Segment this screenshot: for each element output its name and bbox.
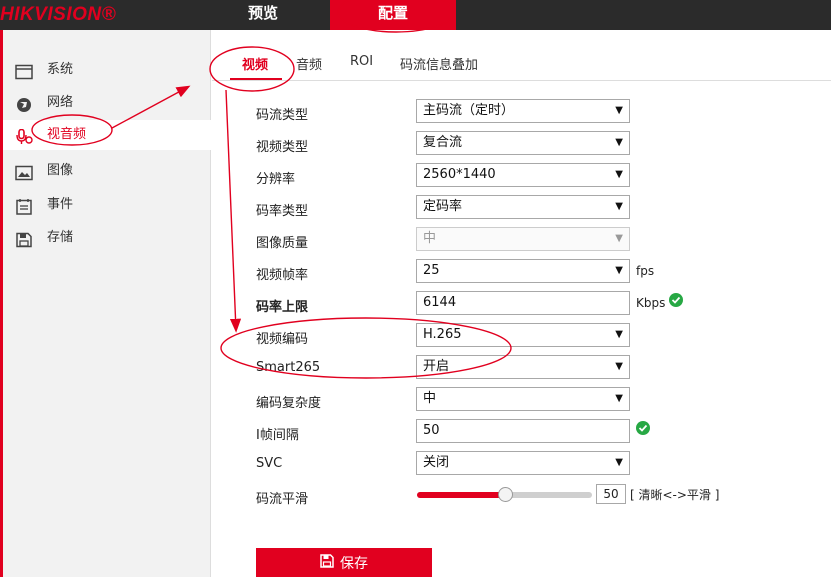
sidebar-item-label: 图像	[47, 163, 74, 178]
video-type-value: 复合流	[423, 135, 463, 150]
bitrate-type-label: 码率类型	[256, 204, 309, 219]
dropdown-arrow-icon: ▼	[615, 393, 623, 404]
sidebar-item-network[interactable]: 网络	[3, 88, 211, 118]
sidebar-item-image[interactable]: 图像	[3, 156, 211, 186]
save-button-label: 保存	[340, 556, 368, 572]
sidebar: 系统 网络 视音频 图像 事件 存储	[3, 30, 211, 577]
event-icon	[15, 197, 33, 215]
save-button[interactable]: 保存	[256, 548, 432, 577]
image-icon	[15, 163, 33, 181]
encoding-complexity-label: 编码复杂度	[256, 396, 322, 411]
dropdown-arrow-icon: ▼	[615, 265, 623, 276]
svc-label: SVC	[256, 456, 283, 471]
stream-type-value: 主码流（定时）	[423, 103, 515, 118]
tab-audio[interactable]: 音频	[296, 54, 322, 73]
storage-icon	[15, 230, 33, 248]
stream-smoothing-label: 码流平滑	[256, 492, 309, 507]
tab-stream-overlay[interactable]: 码流信息叠加	[400, 54, 478, 73]
slider-handle[interactable]	[497, 487, 513, 502]
frame-rate-label: 视频帧率	[256, 268, 309, 283]
sidebar-item-label: 视音频	[47, 127, 87, 142]
i-frame-interval-input[interactable]: 50	[416, 419, 630, 443]
smart265-select[interactable]: 开启 ▼	[416, 355, 630, 379]
stream-smoothing-hint: [ 清晰<->平滑 ]	[630, 488, 720, 502]
bitrate-type-value: 定码率	[423, 199, 463, 214]
encoding-complexity-value: 中	[423, 391, 437, 406]
i-frame-interval-label: I帧间隔	[256, 428, 299, 443]
dropdown-arrow-icon: ▼	[615, 137, 623, 148]
resolution-select[interactable]: 2560*1440 ▼	[416, 163, 630, 187]
dropdown-arrow-icon: ▼	[615, 201, 623, 212]
stream-type-label: 码流类型	[256, 108, 309, 123]
max-bitrate-value: 6144	[423, 295, 457, 310]
dropdown-arrow-icon: ▼	[615, 169, 623, 180]
bitrate-type-select[interactable]: 定码率 ▼	[416, 195, 630, 219]
smart265-label: Smart265	[256, 360, 321, 375]
image-quality-select: 中 ▼	[416, 227, 630, 251]
dropdown-arrow-icon: ▼	[615, 457, 623, 468]
tab-preview[interactable]: 预览	[200, 0, 326, 30]
sidebar-item-audio-video[interactable]: 视音频	[3, 120, 211, 150]
frame-rate-select[interactable]: 25 ▼	[416, 259, 630, 283]
tab-roi[interactable]: ROI	[350, 54, 373, 69]
svc-value: 关闭	[423, 455, 450, 470]
main-content: 视频 音频 ROI 码流信息叠加 码流类型 主码流（定时） ▼ 视频类型 复合流 ▼…	[212, 30, 831, 577]
video-encoding-label: 视频编码	[256, 332, 309, 347]
sidebar-item-storage[interactable]: 存储	[3, 223, 211, 253]
sidebar-item-label: 事件	[47, 197, 74, 212]
sidebar-item-label: 网络	[47, 95, 74, 110]
dropdown-arrow-icon: ▼	[615, 233, 623, 244]
sidebar-item-label: 存储	[47, 230, 74, 245]
stream-smoothing-value[interactable]: 50	[596, 484, 626, 504]
resolution-label: 分辨率	[256, 172, 296, 187]
save-icon	[320, 548, 334, 577]
image-quality-label: 图像质量	[256, 236, 309, 251]
slider-fill	[417, 492, 505, 498]
svc-select[interactable]: 关闭 ▼	[416, 451, 630, 475]
stream-type-select[interactable]: 主码流（定时） ▼	[416, 99, 630, 123]
network-icon	[15, 95, 33, 112]
sidebar-item-system[interactable]: 系统	[3, 55, 211, 85]
max-bitrate-label: 码率上限	[256, 300, 309, 315]
max-bitrate-input[interactable]: 6144	[416, 291, 630, 315]
subtab-divider	[212, 80, 831, 81]
system-icon	[15, 62, 33, 80]
frame-rate-unit: fps	[636, 264, 655, 278]
video-type-label: 视频类型	[256, 140, 309, 155]
tab-video[interactable]: 视频	[242, 54, 268, 73]
sidebar-item-event[interactable]: 事件	[3, 190, 211, 220]
hikvision-logo: HIKVISION®	[0, 4, 117, 25]
check-icon	[636, 421, 650, 435]
smart265-value: 开启	[423, 359, 450, 374]
subtab-bar: 视频 音频 ROI 码流信息叠加	[212, 46, 831, 81]
video-encoding-select[interactable]: H.265 ▼	[416, 323, 630, 347]
check-icon	[669, 293, 683, 307]
dropdown-arrow-icon: ▼	[615, 105, 623, 116]
i-frame-interval-value: 50	[423, 423, 440, 438]
frame-rate-value: 25	[423, 263, 440, 278]
video-type-select[interactable]: 复合流 ▼	[416, 131, 630, 155]
top-bar: HIKVISION® 预览 配置	[0, 0, 831, 30]
dropdown-arrow-icon: ▼	[615, 361, 623, 372]
audio-video-icon	[15, 127, 33, 144]
encoding-complexity-select[interactable]: 中 ▼	[416, 387, 630, 411]
app-window: HIKVISION® 预览 配置 系统 网络 视音频 图像 事件 存储 视频 音…	[0, 0, 831, 577]
tab-config[interactable]: 配置	[330, 0, 456, 30]
sidebar-item-label: 系统	[47, 62, 74, 77]
resolution-value: 2560*1440	[423, 167, 496, 182]
max-bitrate-unit: Kbps	[636, 296, 666, 310]
dropdown-arrow-icon: ▼	[615, 329, 623, 340]
stream-smoothing-slider[interactable]	[417, 487, 592, 502]
video-encoding-value: H.265	[423, 327, 462, 342]
image-quality-value: 中	[423, 231, 437, 246]
